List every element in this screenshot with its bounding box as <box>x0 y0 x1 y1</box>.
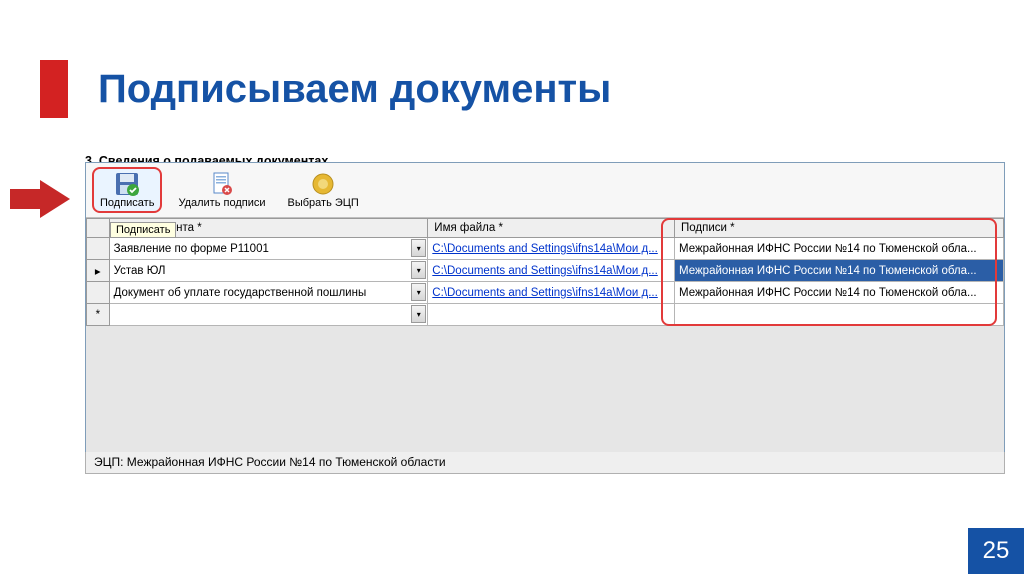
doc-name-cell[interactable]: Документ об уплате государственной пошли… <box>109 282 428 304</box>
table-row[interactable]: Заявление по форме Р11001▾ C:\Documents … <box>87 238 1004 260</box>
sig-cell[interactable]: Межрайонная ИФНС России №14 по Тюменской… <box>675 260 1004 282</box>
chevron-down-icon[interactable]: ▾ <box>411 283 426 301</box>
documents-table: ние документа * Имя файла * Подписи * За… <box>86 218 1004 326</box>
file-cell[interactable]: C:\Documents and Settings\ifns14a\Мои д.… <box>428 238 675 260</box>
documents-panel: Подписать Удалить подписи <box>85 162 1005 457</box>
chevron-down-icon[interactable]: ▾ <box>411 261 426 279</box>
document-delete-icon <box>209 171 235 197</box>
file-cell[interactable] <box>428 304 675 326</box>
chevron-down-icon[interactable]: ▾ <box>411 305 426 323</box>
doc-name-cell[interactable]: Устав ЮЛ▾ <box>109 260 428 282</box>
sign-button[interactable]: Подписать <box>92 167 162 213</box>
row-selector-header <box>87 219 110 238</box>
row-marker <box>87 238 110 260</box>
doc-name-cell[interactable]: ▾ <box>109 304 428 326</box>
remove-sign-button-label: Удалить подписи <box>178 197 265 209</box>
table-row[interactable]: ▸ Устав ЮЛ▾ C:\Documents and Settings\if… <box>87 260 1004 282</box>
sig-cell[interactable]: Межрайонная ИФНС России №14 по Тюменской… <box>675 238 1004 260</box>
page-number: 25 <box>968 528 1024 574</box>
sig-cell[interactable]: Межрайонная ИФНС России №14 по Тюменской… <box>675 282 1004 304</box>
file-cell[interactable]: C:\Documents and Settings\ifns14a\Мои д.… <box>428 282 675 304</box>
select-ecp-button-label: Выбрать ЭЦП <box>288 197 359 209</box>
row-marker: ▸ <box>87 260 110 282</box>
row-marker <box>87 282 110 304</box>
accent-block <box>40 60 68 118</box>
save-shield-icon <box>114 171 140 197</box>
row-marker: * <box>87 304 110 326</box>
col-header-sig[interactable]: Подписи * <box>675 219 1004 238</box>
sign-tooltip: Подписать <box>110 222 176 238</box>
status-bar: ЭЦП: Межрайонная ИФНС России №14 по Тюме… <box>85 452 1005 474</box>
col-header-file[interactable]: Имя файла * <box>428 219 675 238</box>
remove-sign-button[interactable]: Удалить подписи <box>172 169 271 211</box>
select-ecp-button[interactable]: Выбрать ЭЦП <box>282 169 365 211</box>
page-title: Подписываем документы <box>98 67 611 112</box>
doc-name-cell[interactable]: Заявление по форме Р11001▾ <box>109 238 428 260</box>
table-row[interactable]: Документ об уплате государственной пошли… <box>87 282 1004 304</box>
file-cell[interactable]: C:\Documents and Settings\ifns14a\Мои д.… <box>428 260 675 282</box>
toolbar: Подписать Удалить подписи <box>86 163 1004 218</box>
sig-cell[interactable] <box>675 304 1004 326</box>
callout-arrow <box>10 180 70 218</box>
chevron-down-icon[interactable]: ▾ <box>411 239 426 257</box>
table-row-new[interactable]: * ▾ <box>87 304 1004 326</box>
seal-icon <box>310 171 336 197</box>
sign-button-label: Подписать <box>100 197 154 209</box>
